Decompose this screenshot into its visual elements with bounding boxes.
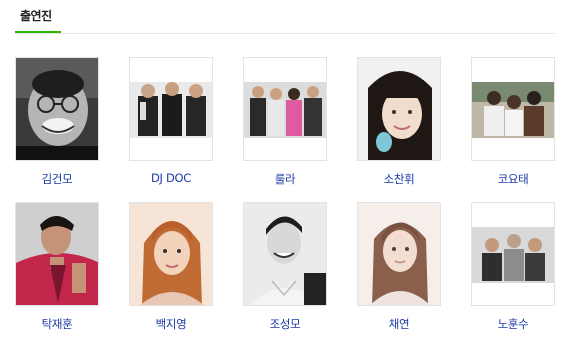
cast-photo[interactable] <box>471 57 555 161</box>
cast-name[interactable]: 김건모 <box>5 171 109 187</box>
cast-name[interactable]: 소찬휘 <box>347 171 451 187</box>
cast-photo[interactable] <box>129 57 213 161</box>
cast-photo[interactable] <box>357 202 441 306</box>
cast-photo[interactable] <box>243 57 327 161</box>
cast-name[interactable]: 백지영 <box>119 316 223 332</box>
cast-name[interactable]: 채연 <box>347 316 451 332</box>
cast-tab-bar: 출연진 <box>15 0 555 34</box>
cast-photo[interactable] <box>243 202 327 306</box>
cast-photo[interactable] <box>357 57 441 161</box>
cast-photo[interactable] <box>15 57 99 161</box>
cast-name[interactable]: 노훈수 <box>461 316 565 332</box>
cast-photo[interactable] <box>15 202 99 306</box>
cast-name[interactable]: 탁재훈 <box>5 316 109 332</box>
cast-photo[interactable] <box>129 202 213 306</box>
cast-photo[interactable] <box>471 202 555 306</box>
cast-name[interactable]: 조성모 <box>233 316 337 332</box>
cast-name[interactable]: 룰라 <box>233 171 337 187</box>
cast-name[interactable]: 코요태 <box>461 171 565 187</box>
tab-cast[interactable]: 출연진 <box>15 7 61 33</box>
cast-name[interactable]: DJ DOC <box>119 171 223 185</box>
